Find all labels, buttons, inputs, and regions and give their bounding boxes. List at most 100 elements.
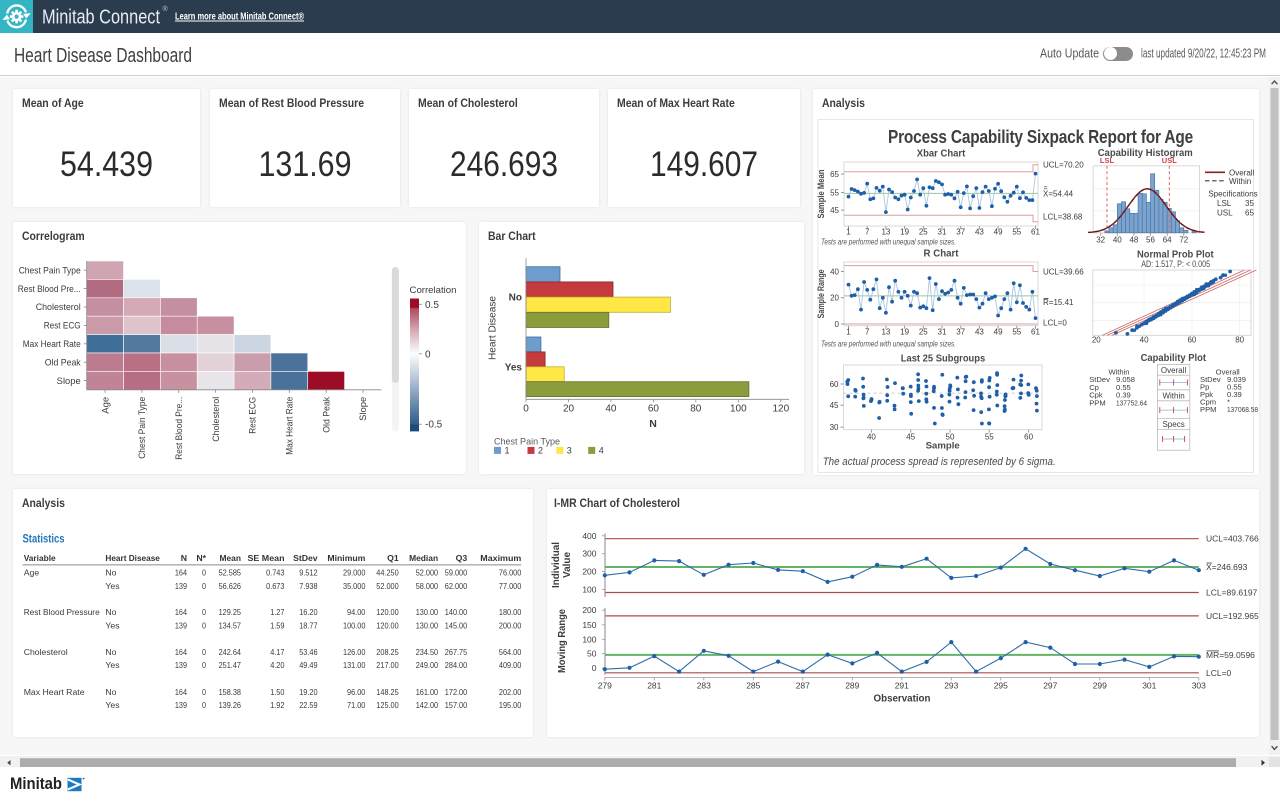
svg-text:0.743: 0.743	[266, 567, 285, 577]
svg-text:PPM: PPM	[1089, 398, 1105, 407]
svg-text:19.20: 19.20	[299, 686, 318, 696]
svg-text:Specifications: Specifications	[1208, 189, 1257, 198]
svg-text:last updated 9/20/22, 12:45:23: last updated 9/20/22, 12:45:23 PM	[1141, 47, 1266, 61]
svg-text:60: 60	[1187, 335, 1196, 344]
svg-text:Yes: Yes	[105, 700, 120, 710]
svg-text:0: 0	[202, 646, 206, 656]
svg-text:No: No	[509, 293, 522, 304]
svg-text:131.00: 131.00	[343, 660, 366, 670]
svg-text:45: 45	[830, 205, 839, 214]
svg-text:0: 0	[202, 660, 206, 670]
svg-text:35.000: 35.000	[343, 580, 366, 590]
svg-text:Slope: Slope	[358, 397, 368, 421]
svg-text:UCL=39.66: UCL=39.66	[1043, 267, 1084, 276]
svg-text:Mean: Mean	[220, 552, 242, 562]
svg-text:2: 2	[538, 445, 543, 455]
svg-text:Within: Within	[1229, 176, 1251, 185]
svg-text:1.92: 1.92	[270, 700, 284, 710]
svg-text:281: 281	[647, 680, 661, 690]
svg-text:13: 13	[881, 327, 890, 336]
svg-text:137068.58: 137068.58	[1227, 405, 1258, 414]
svg-text:130.00: 130.00	[416, 620, 439, 630]
svg-text:126.00: 126.00	[343, 646, 366, 656]
svg-text:4.17: 4.17	[270, 646, 284, 656]
svg-text:142.00: 142.00	[416, 700, 439, 710]
svg-text:0.5: 0.5	[425, 300, 439, 311]
svg-text:149.607: 149.607	[650, 145, 758, 184]
svg-text:19: 19	[900, 327, 909, 336]
svg-text:0: 0	[202, 567, 206, 577]
svg-text:Tests are performed with unequ: Tests are performed with unequal sample …	[821, 338, 956, 348]
svg-text:Heart Disease Dashboard: Heart Disease Dashboard	[14, 45, 192, 67]
svg-text:Sample: Sample	[926, 440, 960, 451]
svg-text:0: 0	[202, 607, 206, 617]
svg-text:No: No	[105, 567, 116, 577]
svg-text:32: 32	[1096, 235, 1105, 244]
svg-text:0: 0	[591, 663, 596, 673]
svg-text:Overall: Overall	[1161, 366, 1187, 375]
svg-text:Sample Mean: Sample Mean	[816, 169, 826, 218]
svg-text:37: 37	[956, 327, 965, 336]
svg-text:Age: Age	[100, 397, 110, 414]
svg-text:Sample Range: Sample Range	[816, 269, 826, 318]
svg-text:49.49: 49.49	[299, 660, 318, 670]
svg-text:65: 65	[830, 169, 839, 178]
svg-text:139: 139	[175, 620, 187, 630]
svg-text:120: 120	[772, 404, 789, 415]
svg-text:157.00: 157.00	[445, 700, 468, 710]
svg-text:16.20: 16.20	[299, 607, 318, 617]
svg-text:7.938: 7.938	[299, 580, 318, 590]
svg-text:R=15.41: R=15.41	[1043, 298, 1074, 307]
svg-text:Cholesterol: Cholesterol	[36, 302, 81, 312]
svg-text:Yes: Yes	[105, 580, 120, 590]
svg-text:150: 150	[582, 619, 596, 629]
svg-text:No: No	[105, 607, 116, 617]
svg-text:217.00: 217.00	[376, 660, 399, 670]
svg-text:Yes: Yes	[505, 362, 523, 373]
svg-text:Statistics: Statistics	[23, 533, 65, 545]
svg-text:295: 295	[993, 680, 1007, 690]
svg-text:29.000: 29.000	[343, 567, 366, 577]
svg-text:Median: Median	[409, 552, 438, 562]
svg-text:137752.64: 137752.64	[1116, 398, 1147, 407]
svg-text:60: 60	[1024, 432, 1033, 441]
svg-text:52.585: 52.585	[219, 567, 242, 577]
svg-text:PPM: PPM	[1200, 405, 1216, 414]
svg-text:LCL=89.6197: LCL=89.6197	[1206, 587, 1258, 597]
svg-text:55: 55	[1012, 327, 1021, 336]
svg-text:R Chart: R Chart	[924, 247, 959, 259]
svg-text:100: 100	[582, 584, 596, 594]
svg-text:Old Peak: Old Peak	[45, 357, 81, 367]
svg-text:56.626: 56.626	[219, 580, 242, 590]
svg-text:Correlation: Correlation	[410, 285, 457, 296]
svg-text:49: 49	[994, 327, 1003, 336]
svg-text:40: 40	[1140, 335, 1149, 344]
svg-text:180.00: 180.00	[499, 607, 522, 617]
svg-text:40: 40	[1113, 235, 1122, 244]
svg-text:53.46: 53.46	[299, 646, 318, 656]
svg-text:Tests are performed with unequ: Tests are performed with unequal sample …	[821, 236, 956, 246]
svg-text:43: 43	[975, 327, 984, 336]
svg-text:55: 55	[985, 432, 994, 441]
svg-text:UCL=192.965: UCL=192.965	[1206, 610, 1259, 620]
svg-text:Maximum: Maximum	[480, 552, 521, 562]
svg-text:1: 1	[846, 227, 851, 236]
svg-text:N: N	[649, 418, 657, 430]
svg-text:0: 0	[835, 319, 840, 328]
svg-text:40: 40	[867, 432, 876, 441]
svg-text:Max Heart Rate: Max Heart Rate	[24, 686, 85, 696]
svg-text:301: 301	[1142, 680, 1156, 690]
svg-text:Heart Disease: Heart Disease	[488, 296, 499, 360]
svg-text:Last 25 Subgroups: Last 25 Subgroups	[901, 352, 986, 364]
svg-text:No: No	[105, 686, 116, 696]
svg-text:291: 291	[894, 680, 908, 690]
svg-text:299: 299	[1092, 680, 1106, 690]
svg-text:Rest Blood Pressure: Rest Blood Pressure	[24, 607, 100, 617]
svg-text:LSL: LSL	[1217, 199, 1232, 208]
svg-text:164: 164	[175, 686, 187, 696]
svg-text:0: 0	[425, 349, 431, 360]
svg-text:72: 72	[1179, 235, 1188, 244]
svg-text:Observation: Observation	[873, 693, 930, 704]
svg-text:0: 0	[202, 686, 206, 696]
svg-text:Within: Within	[1162, 391, 1184, 400]
